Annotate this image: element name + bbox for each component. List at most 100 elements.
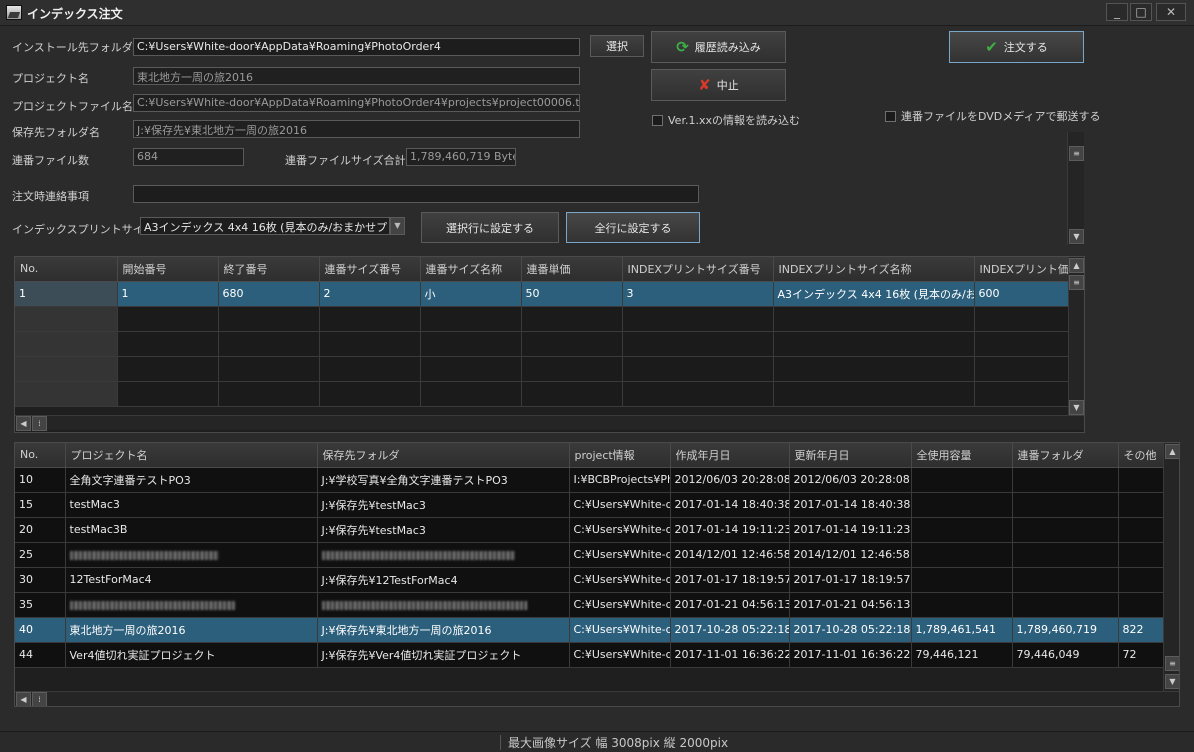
table-cell[interactable] [773, 331, 975, 357]
table-cell[interactable]: 小 [420, 281, 522, 307]
contact-notes-field[interactable] [133, 185, 699, 203]
table-cell[interactable]: 2012/06/03 20:28:08 [789, 467, 912, 493]
scroll-down-icon[interactable]: ▼ [1069, 400, 1084, 415]
table-cell[interactable] [420, 356, 522, 382]
table-cell[interactable]: 2 [319, 281, 421, 307]
empty-row[interactable] [15, 356, 1069, 382]
table-cell[interactable] [974, 331, 1069, 357]
table-cell[interactable] [1012, 567, 1119, 593]
table-cell[interactable] [1118, 492, 1164, 518]
empty-row[interactable] [15, 331, 1069, 357]
table-cell[interactable]: testMac3B [65, 517, 318, 543]
row-header[interactable]: 10 [15, 467, 66, 493]
table-cell[interactable]: 2017-01-14 19:11:23 [789, 517, 912, 543]
project-file-field[interactable]: C:¥Users¥White-door¥AppData¥Roaming¥Phot… [133, 94, 580, 112]
project-grid-hscroll[interactable]: ◀ ⁞ [15, 691, 1179, 706]
column-header[interactable]: プロジェクト名 [65, 443, 318, 468]
upper-scrollbar[interactable]: ≡ ▼ [1067, 132, 1084, 245]
table-row[interactable]: 35C:¥Users¥White-door2017-01-21 04:56:13… [15, 592, 1164, 618]
scroll-up-icon[interactable]: ▲ [1069, 258, 1084, 273]
table-cell[interactable] [974, 306, 1069, 332]
table-cell[interactable]: 79,446,049 [1012, 642, 1119, 668]
row-header[interactable]: 35 [15, 592, 66, 618]
set-all-rows-button[interactable]: 全行に設定する [566, 212, 700, 243]
table-cell[interactable] [218, 306, 320, 332]
table-cell[interactable] [521, 331, 623, 357]
table-cell[interactable]: 東北地方一周の旅2016 [65, 617, 318, 643]
table-cell[interactable] [521, 381, 623, 407]
table-cell[interactable] [1012, 492, 1119, 518]
table-cell[interactable]: 1,789,460,719 [1012, 617, 1119, 643]
column-header[interactable]: 作成年月日 [670, 443, 790, 468]
table-cell[interactable] [622, 356, 774, 382]
column-header[interactable]: 保存先フォルダ [317, 443, 570, 468]
table-cell[interactable]: 2017-01-21 04:56:13 [789, 592, 912, 618]
table-cell[interactable]: C:¥Users¥White-door [569, 592, 671, 618]
table-cell[interactable] [974, 381, 1069, 407]
table-cell[interactable] [1012, 542, 1119, 568]
minimize-button[interactable]: _ [1106, 3, 1128, 21]
table-cell[interactable]: 2017-01-14 18:40:38 [789, 492, 912, 518]
scroll-thumb[interactable]: ⁞ [32, 692, 47, 706]
scroll-thumb[interactable]: ⁞ [32, 416, 47, 431]
table-cell[interactable] [773, 306, 975, 332]
table-cell[interactable]: testMac3 [65, 492, 318, 518]
empty-row[interactable] [15, 381, 1069, 407]
row-header[interactable]: 40 [15, 617, 66, 643]
row-header[interactable]: 25 [15, 542, 66, 568]
row-header[interactable] [15, 356, 118, 382]
table-cell[interactable] [319, 381, 421, 407]
table-cell[interactable] [317, 542, 570, 568]
order-button[interactable]: ✔ 注文する [949, 31, 1084, 63]
select-folder-button[interactable]: 選択 [590, 35, 644, 57]
table-cell[interactable]: 2017-01-21 04:56:13 [670, 592, 790, 618]
seq-count-field[interactable]: 684 [133, 148, 244, 166]
set-selected-row-button[interactable]: 選択行に設定する [421, 212, 559, 243]
table-row[interactable]: 40 東北地方一周の旅2016 J:¥保存先¥東北地方一周の旅2016 C:¥User… [15, 617, 1164, 643]
scroll-thumb[interactable]: ≡ [1069, 146, 1084, 161]
column-header[interactable]: No. [15, 257, 118, 282]
table-cell[interactable]: 79,446,121 [911, 642, 1013, 668]
column-header[interactable]: INDEXプリント価格 [974, 257, 1069, 282]
table-cell[interactable] [1012, 517, 1119, 543]
table-cell[interactable]: 2017-11-01 16:36:22 [789, 642, 912, 668]
table-cell[interactable]: J:¥保存先¥東北地方一周の旅2016 [317, 617, 570, 643]
table-cell[interactable] [521, 306, 623, 332]
table-cell[interactable] [65, 592, 318, 618]
table-cell[interactable] [773, 381, 975, 407]
table-cell[interactable]: 680 [218, 281, 320, 307]
scroll-up-icon[interactable]: ▲ [1165, 444, 1179, 459]
ver1-checkbox[interactable] [652, 114, 663, 126]
row-header[interactable]: 44 [15, 642, 66, 668]
dvd-checkbox[interactable] [885, 110, 896, 122]
table-cell[interactable]: C:¥Users¥White-door [569, 617, 671, 643]
table-cell[interactable] [218, 331, 320, 357]
table-cell[interactable]: 1,789,461,541 [911, 617, 1013, 643]
column-header[interactable]: INDEXプリントサイズ名称 [773, 257, 975, 282]
empty-row[interactable] [15, 306, 1069, 332]
table-cell[interactable] [911, 592, 1013, 618]
table-cell[interactable] [117, 306, 219, 332]
table-cell[interactable]: 2017-11-01 16:36:22 [670, 642, 790, 668]
column-header[interactable]: 連番サイズ番号 [319, 257, 421, 282]
seq-size-field[interactable]: 1,789,460,719 Bytes [406, 148, 516, 166]
column-header[interactable]: project情報 [569, 443, 671, 468]
table-cell[interactable]: 600 [974, 281, 1069, 307]
dvd-checkbox-row[interactable]: 連番ファイルをDVDメディアで郵送する [885, 108, 1101, 124]
scroll-thumb[interactable]: ≡ [1069, 275, 1084, 290]
table-cell[interactable] [911, 492, 1013, 518]
table-cell[interactable] [420, 381, 522, 407]
table-cell[interactable] [218, 356, 320, 382]
table-cell[interactable]: C:¥Users¥White-door [569, 492, 671, 518]
table-cell[interactable] [911, 567, 1013, 593]
table-cell[interactable]: J:¥学校写真¥全角文字連番テストPO3 [317, 467, 570, 493]
index-grid-hscroll[interactable]: ◀ ⁞ [15, 415, 1084, 431]
row-header[interactable]: 15 [15, 492, 66, 518]
table-row[interactable]: 10 全角文字連番テストPO3 J:¥学校写真¥全角文字連番テストPO3 I:¥BCB… [15, 467, 1164, 493]
column-header[interactable]: その他 [1118, 443, 1164, 468]
table-row[interactable]: 15 testMac3 J:¥保存先¥testMac3 C:¥Users¥White-… [15, 492, 1164, 518]
scroll-down-icon[interactable]: ▼ [1165, 674, 1179, 689]
table-cell[interactable] [622, 306, 774, 332]
table-cell[interactable]: 2017-10-28 05:22:18 [789, 617, 912, 643]
table-cell[interactable]: C:¥Users¥White-door [569, 642, 671, 668]
